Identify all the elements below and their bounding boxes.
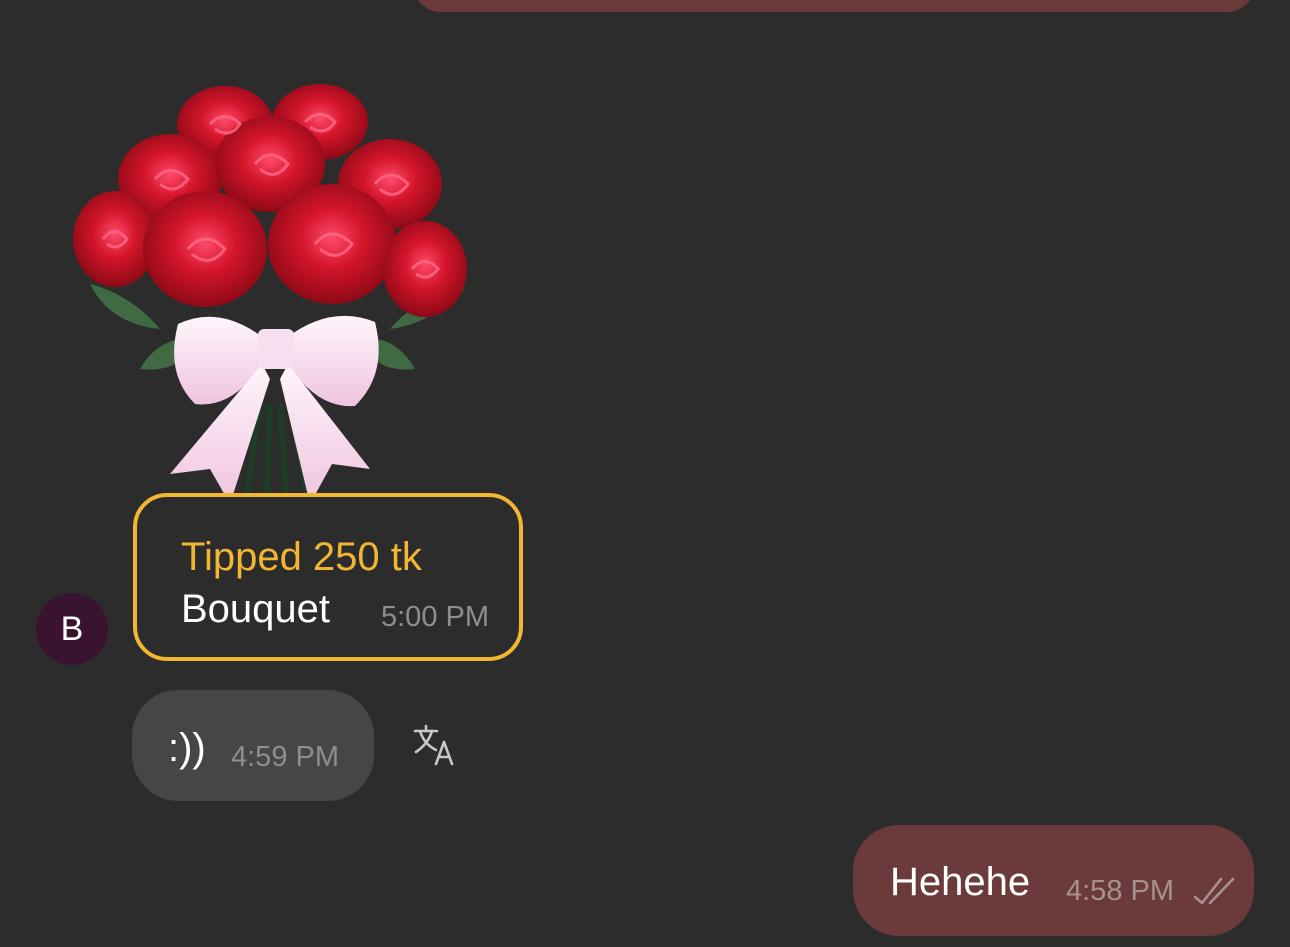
translate-icon[interactable] [412,722,458,768]
incoming-message-bubble[interactable]: :)) 4:59 PM [132,690,374,801]
avatar[interactable]: B [36,593,108,665]
outgoing-message-bubble-partial[interactable] [413,0,1255,12]
message-text: Hehehe [890,860,1031,904]
chat-thread: Tipped 250 tk Bouquet 5:00 PM B :)) 4:59… [0,0,1290,947]
message-timestamp: 5:00 PM [381,601,489,633]
message-timestamp: 4:59 PM [231,741,339,773]
message-timestamp: 4:58 PM [1066,875,1174,907]
tip-amount-label: Tipped 250 tk [181,535,422,579]
message-text: :)) [168,726,206,770]
tip-card[interactable]: Tipped 250 tk Bouquet 5:00 PM [133,493,523,661]
rose-bouquet-sticker [73,84,467,550]
avatar-initial: B [60,609,84,648]
double-check-icon [1193,877,1235,905]
gift-name-label: Bouquet [181,587,331,631]
outgoing-message-bubble[interactable]: Hehehe 4:58 PM [853,825,1254,936]
